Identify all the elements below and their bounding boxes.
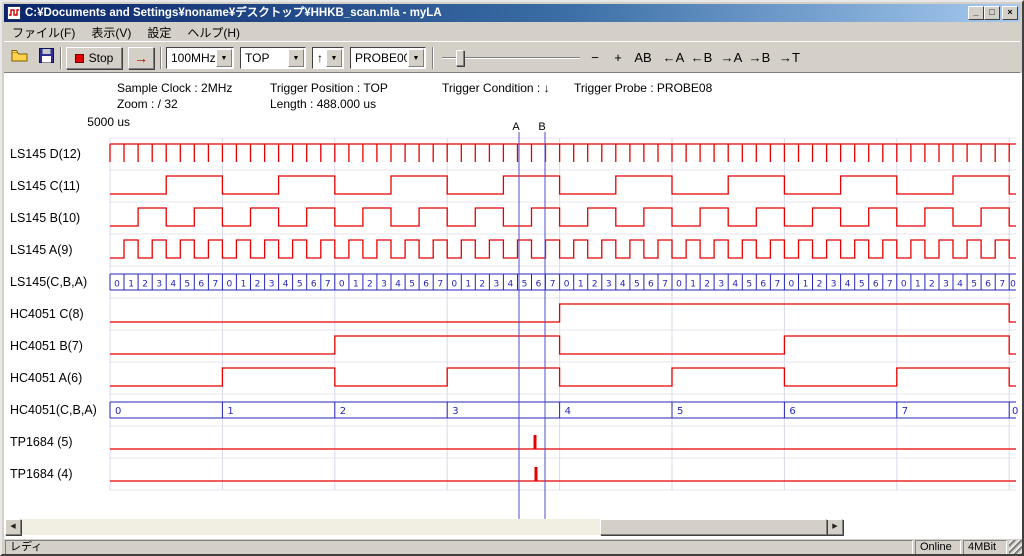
toolbar: Stop → 100MHz ▼ TOP ▼ ↑ ▼ PROBE00 ▼ − + … (4, 41, 1020, 73)
chevron-down-icon[interactable]: ▼ (408, 49, 424, 67)
channel-label: HC4051 A(6) (10, 370, 82, 386)
resize-grip-icon[interactable] (1009, 540, 1022, 555)
menu-bar: ファイル(F) 表示(V) 設定 ヘルプ(H) (4, 23, 1020, 41)
run-button[interactable]: → (128, 47, 154, 69)
menu-help[interactable]: ヘルプ(H) (179, 23, 248, 42)
trigger-condition-info: Trigger Condition : ↓ (442, 81, 550, 95)
menu-view[interactable]: 表示(V) (83, 23, 139, 42)
status-memory: 4MBit (963, 540, 1007, 555)
goto-marker-b-left-button[interactable]: ←B (688, 47, 715, 69)
chevron-down-icon[interactable]: ▼ (216, 49, 232, 67)
sample-clock-select[interactable]: 100MHz ▼ (166, 47, 234, 69)
time-scale-label: 5000 us (72, 115, 130, 129)
channel-label: LS145 D(12) (10, 146, 81, 162)
stop-icon (75, 54, 84, 63)
app-window: C:¥Documents and Settings¥noname¥デスクトップ¥… (0, 0, 1024, 556)
title-bar[interactable]: C:¥Documents and Settings¥noname¥デスクトップ¥… (4, 4, 1020, 22)
status-bar: レディ Online 4MBit (4, 539, 1024, 556)
zoom-ab-button[interactable]: AB (630, 47, 656, 69)
zoom-out-button[interactable]: − (585, 47, 605, 69)
trigger-position-info: Trigger Position : TOP (270, 81, 388, 95)
trigger-edge-select[interactable]: ↑ ▼ (312, 47, 344, 69)
toolbar-separator (432, 47, 434, 69)
channel-label: HC4051 C(8) (10, 306, 84, 322)
goto-marker-a-left-button[interactable]: ←A (660, 47, 687, 69)
minimize-button[interactable]: _ (968, 6, 984, 20)
goto-marker-a-right-button[interactable]: →A (718, 47, 745, 69)
status-online: Online (915, 540, 961, 555)
open-file-button[interactable] (8, 47, 32, 69)
channel-label: TP1684 (5) (10, 434, 73, 450)
zoom-info: Zoom : / 32 (117, 97, 178, 111)
maximize-button[interactable]: □ (984, 6, 1000, 20)
status-ready: レディ (5, 540, 913, 555)
channel-label: LS145 C(11) (10, 178, 80, 194)
chevron-down-icon[interactable]: ▼ (326, 49, 342, 67)
channel-label: LS145 B(10) (10, 210, 80, 226)
goto-marker-b-right-button[interactable]: →B (746, 47, 773, 69)
folder-open-icon (11, 49, 29, 68)
app-icon (7, 6, 21, 20)
sample-clock-info: Sample Clock : 2MHz (117, 81, 232, 95)
scroll-right-arrow[interactable]: ▶ (827, 519, 843, 535)
slider-thumb[interactable] (456, 50, 464, 66)
save-button[interactable] (34, 47, 58, 69)
floppy-icon (39, 48, 54, 68)
toolbar-separator (60, 47, 62, 69)
channel-label: LS145 A(9) (10, 242, 73, 258)
trigger-position-select[interactable]: TOP ▼ (240, 47, 306, 69)
zoom-in-button[interactable]: + (608, 47, 628, 69)
toolbar-separator (160, 47, 162, 69)
window-title: C:¥Documents and Settings¥noname¥デスクトップ¥… (25, 6, 960, 20)
menu-settings[interactable]: 設定 (139, 23, 179, 42)
length-info: Length : 488.000 us (270, 97, 376, 111)
trigger-probe-info: Trigger Probe : PROBE08 (574, 81, 712, 95)
channel-label: LS145(C,B,A) (10, 274, 87, 290)
goto-trigger-button[interactable]: →T (776, 47, 803, 69)
waveform-area[interactable] (4, 73, 1024, 539)
menu-file[interactable]: ファイル(F) (4, 23, 83, 42)
trigger-probe-select[interactable]: PROBE00 ▼ (350, 47, 426, 69)
horizontal-scrollbar[interactable]: ◀ ▶ (5, 519, 843, 535)
scrollbar-thumb[interactable] (600, 519, 827, 535)
channel-label: TP1684 (4) (10, 466, 73, 482)
zoom-slider[interactable] (442, 47, 580, 69)
channel-label: HC4051 B(7) (10, 338, 83, 354)
close-button[interactable]: × (1002, 6, 1018, 20)
scroll-left-arrow[interactable]: ◀ (5, 519, 21, 535)
scrollbar-track[interactable] (21, 519, 827, 535)
chevron-down-icon[interactable]: ▼ (288, 49, 304, 67)
channel-label: HC4051(C,B,A) (10, 402, 97, 418)
stop-button[interactable]: Stop (66, 47, 122, 69)
